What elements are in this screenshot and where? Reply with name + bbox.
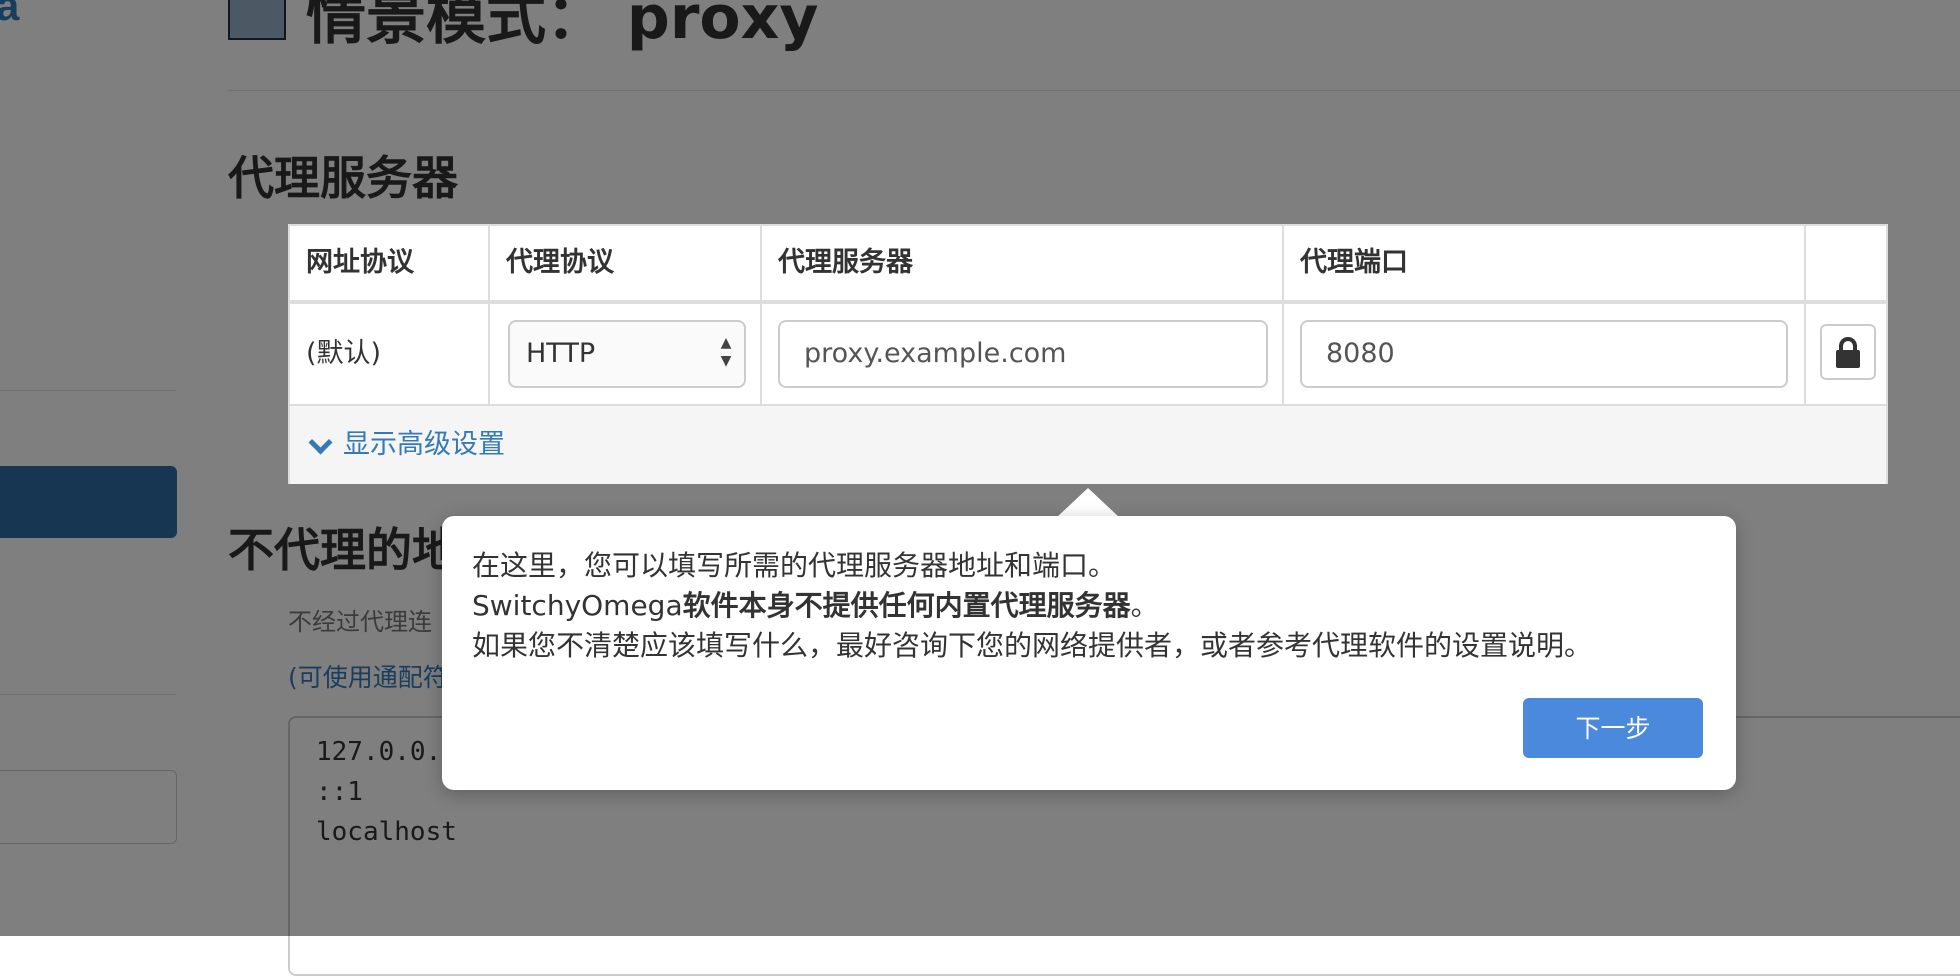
proxy-servers-table: 网址协议 代理协议 代理服务器 代理端口 (默认) HTTP ▲ ▼ proxy.… (288, 224, 1888, 484)
auth-lock-button[interactable] (1820, 324, 1876, 380)
tour-text-line1: 在这里，您可以填写所需的代理服务器地址和端口。 (472, 549, 1117, 582)
column-divider (760, 226, 762, 404)
scheme-cell: (默认) (306, 338, 382, 369)
protocol-select-value: HTTP (526, 338, 596, 369)
next-step-button[interactable]: 下一步 (1523, 698, 1703, 758)
chevron-down-icon (308, 430, 333, 455)
col-header-scheme: 网址协议 (306, 247, 414, 278)
column-divider (1804, 226, 1806, 404)
show-advanced-label: 显示高级设置 (343, 429, 505, 460)
tour-text-bold: 软件本身不提供任何内置代理服务器 (682, 589, 1131, 622)
lock-icon-body (1836, 350, 1860, 368)
tour-brand: SwitchyOmega (472, 589, 683, 622)
col-header-server: 代理服务器 (778, 247, 913, 278)
tour-popover-arrow (1056, 488, 1120, 518)
tour-popover: 在这里，您可以填写所需的代理服务器地址和端口。 SwitchyOmega软件本身… (442, 516, 1736, 790)
tour-text-line3: 如果您不清楚应该填写什么，最好咨询下您的网络提供者，或者参考代理软件的设置说明。 (472, 629, 1593, 662)
show-advanced-link[interactable]: 显示高级设置 (308, 406, 505, 484)
proxy-server-input[interactable]: proxy.example.com (778, 320, 1268, 388)
col-header-protocol: 代理协议 (506, 247, 614, 278)
advanced-settings-row: 显示高级设置 (290, 406, 1886, 484)
protocol-select[interactable]: HTTP ▲ ▼ (508, 320, 746, 388)
column-divider (1282, 226, 1284, 404)
col-header-port: 代理端口 (1300, 247, 1408, 278)
tour-text-line2: SwitchyOmega软件本身不提供任何内置代理服务器。 (472, 586, 1159, 626)
tour-text-line2-end: 。 (1130, 589, 1159, 622)
proxy-port-input[interactable]: 8080 (1300, 320, 1788, 388)
column-divider (488, 226, 490, 404)
select-updown-icon: ▲ ▼ (720, 335, 732, 369)
header-row-divider (290, 300, 1886, 304)
